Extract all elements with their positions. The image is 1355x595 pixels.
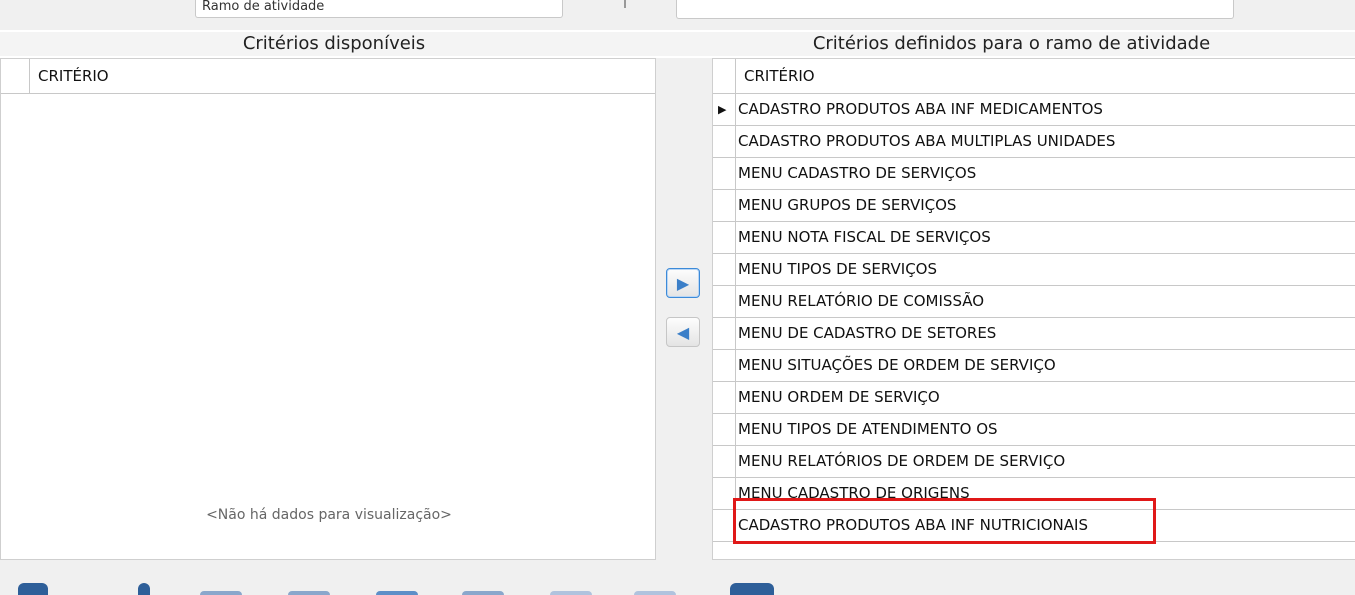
defined-criteria-title: Critérios definidos para o ramo de ativi… (668, 32, 1355, 56)
toolbar-tab[interactable] (138, 583, 150, 595)
table-row[interactable]: MENU RELATÓRIO DE COMISSÃO (713, 286, 1355, 318)
toolbar-tab[interactable] (200, 591, 242, 595)
arrow-left-icon: ◀ (676, 322, 690, 342)
toolbar-tab[interactable] (376, 591, 418, 595)
row-indicator[interactable] (713, 158, 736, 189)
field-separator (624, 0, 626, 8)
available-criteria-grid[interactable]: CRITÉRIO <Não há dados para visualização… (0, 58, 656, 560)
row-indicator[interactable] (713, 350, 736, 381)
toolbar-tab[interactable] (18, 583, 48, 595)
grid-header: CRITÉRIO (713, 59, 1355, 94)
highlight-box (733, 498, 1156, 544)
row-indicator[interactable] (713, 126, 736, 157)
grid-header: CRITÉRIO (1, 59, 655, 94)
move-left-button[interactable]: ◀ (666, 317, 700, 347)
move-right-button[interactable]: ▶ (666, 268, 700, 298)
defined-criteria-grid[interactable]: CRITÉRIO ▶ CADASTRO PRODUTOS ABA INF MEDI… (712, 58, 1355, 560)
row-cell-criterio[interactable]: MENU DE CADASTRO DE SETORES (736, 318, 996, 349)
table-row[interactable]: MENU TIPOS DE SERVIÇOS (713, 254, 1355, 286)
row-cell-criterio[interactable]: MENU TIPOS DE SERVIÇOS (736, 254, 937, 285)
table-row[interactable]: MENU RELATÓRIOS DE ORDEM DE SERVIÇO (713, 446, 1355, 478)
toolbar-tab[interactable] (550, 591, 592, 595)
column-header-criterio[interactable]: CRITÉRIO (30, 59, 109, 93)
row-indicator[interactable] (713, 382, 736, 413)
table-row[interactable]: MENU SITUAÇÕES DE ORDEM DE SERVIÇO (713, 350, 1355, 382)
row-cell-criterio[interactable]: MENU RELATÓRIO DE COMISSÃO (736, 286, 984, 317)
row-cell-criterio[interactable]: MENU SITUAÇÕES DE ORDEM DE SERVIÇO (736, 350, 1056, 381)
description-field[interactable] (676, 0, 1234, 19)
available-criteria-title: Critérios disponíveis (0, 32, 668, 56)
table-row[interactable]: CADASTRO PRODUTOS ABA MULTIPLAS UNIDADES (713, 126, 1355, 158)
table-row[interactable]: MENU DE CADASTRO DE SETORES (713, 318, 1355, 350)
row-indicator-column (713, 59, 736, 93)
row-cell-criterio[interactable]: MENU RELATÓRIOS DE ORDEM DE SERVIÇO (736, 446, 1065, 477)
toolbar-tab[interactable] (462, 591, 504, 595)
activity-branch-field[interactable]: Ramo de atividade (195, 0, 563, 18)
row-cell-criterio[interactable]: MENU NOTA FISCAL DE SERVIÇOS (736, 222, 991, 253)
row-indicator[interactable] (713, 446, 736, 477)
toolbar-tab[interactable] (634, 591, 676, 595)
row-indicator[interactable]: ▶ (713, 94, 736, 125)
row-indicator[interactable] (713, 222, 736, 253)
row-indicator[interactable] (713, 318, 736, 349)
empty-grid-message: <Não há dados para visualização> (206, 507, 452, 523)
table-row[interactable]: MENU ORDEM DE SERVIÇO (713, 382, 1355, 414)
row-cell-criterio[interactable]: CADASTRO PRODUTOS ABA INF MEDICAMENTOS (736, 94, 1103, 125)
toolbar-tab[interactable] (730, 583, 774, 595)
row-indicator[interactable] (713, 190, 736, 221)
row-indicator[interactable] (713, 286, 736, 317)
row-indicator[interactable] (713, 254, 736, 285)
table-row[interactable]: MENU CADASTRO DE SERVIÇOS (713, 158, 1355, 190)
table-row[interactable]: MENU NOTA FISCAL DE SERVIÇOS (713, 222, 1355, 254)
column-header-criterio[interactable]: CRITÉRIO (736, 59, 815, 93)
table-row[interactable]: MENU GRUPOS DE SERVIÇOS (713, 190, 1355, 222)
row-cell-criterio[interactable]: MENU TIPOS DE ATENDIMENTO OS (736, 414, 998, 445)
row-cell-criterio[interactable]: CADASTRO PRODUTOS ABA MULTIPLAS UNIDADES (736, 126, 1115, 157)
table-row[interactable]: MENU TIPOS DE ATENDIMENTO OS (713, 414, 1355, 446)
row-indicator[interactable] (713, 414, 736, 445)
toolbar-tab[interactable] (288, 591, 330, 595)
arrow-right-icon: ▶ (676, 273, 690, 293)
current-row-pointer-icon: ▶ (718, 103, 727, 116)
bottom-toolbar-strip (0, 560, 1355, 595)
table-row[interactable]: ▶ CADASTRO PRODUTOS ABA INF MEDICAMENTOS (713, 94, 1355, 126)
row-cell-criterio[interactable]: MENU ORDEM DE SERVIÇO (736, 382, 940, 413)
criteria-rows: ▶ CADASTRO PRODUTOS ABA INF MEDICAMENTOS C… (713, 94, 1355, 542)
row-indicator-column (1, 59, 30, 93)
transfer-buttons-area (656, 58, 712, 560)
row-cell-criterio[interactable]: MENU GRUPOS DE SERVIÇOS (736, 190, 956, 221)
row-cell-criterio[interactable]: MENU CADASTRO DE SERVIÇOS (736, 158, 976, 189)
